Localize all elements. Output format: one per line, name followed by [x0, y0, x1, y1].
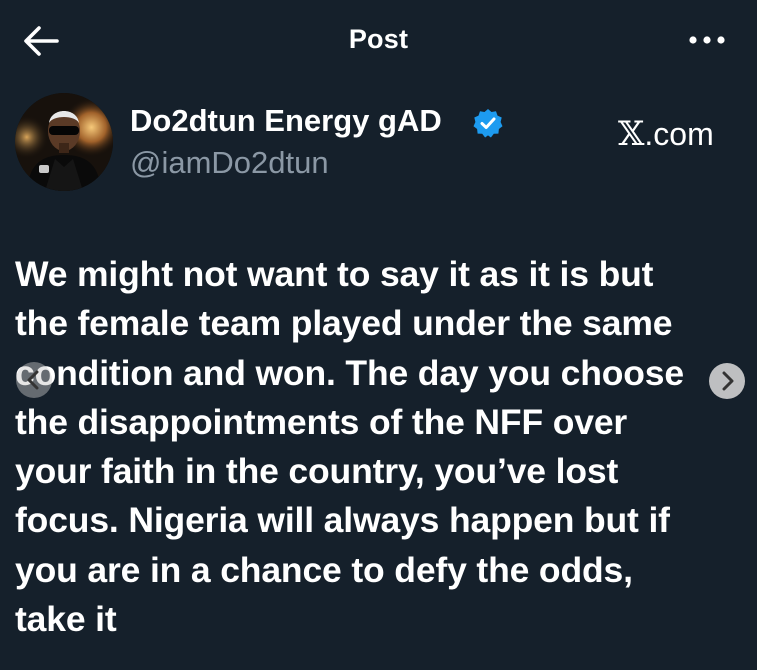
- post-screen: Post Do2dtun Energy gAD @iamDo2dtun 𝕏.co…: [0, 0, 757, 670]
- post-line: you are in a chance to defy the odds,: [15, 549, 633, 590]
- author-handle[interactable]: @iamDo2dtun: [130, 145, 329, 181]
- more-options-button[interactable]: [687, 30, 727, 50]
- post-line: the female team played under the same: [15, 303, 673, 344]
- author-name[interactable]: Do2dtun Energy gAD: [130, 103, 442, 139]
- x-com-watermark: 𝕏.com: [618, 114, 714, 154]
- more-horizontal-icon: [689, 36, 725, 44]
- profile-photo: [15, 93, 113, 191]
- verified-badge-icon: [473, 109, 503, 138]
- page-title: Post: [348, 24, 409, 54]
- top-bar: Post: [0, 0, 757, 82]
- post-body: We might not want to say it as it is but…: [15, 250, 735, 644]
- carousel-prev-button[interactable]: [16, 362, 52, 398]
- chevron-left-icon: [27, 370, 39, 390]
- post-line: We might not want to say it as it is but: [15, 254, 654, 294]
- post-line: take it: [15, 599, 117, 640]
- carousel-next-button[interactable]: [709, 363, 745, 399]
- post-line: your faith in the country, you’ve lost: [15, 451, 619, 492]
- post-line: focus. Nigeria will always happen but if: [15, 500, 670, 541]
- avatar[interactable]: [15, 93, 113, 191]
- post-line: the disappointments of the NFF over: [15, 401, 628, 442]
- chevron-right-icon: [722, 371, 734, 391]
- post-line: condition and won. The day you choose: [15, 352, 684, 393]
- brand-suffix: .com: [644, 116, 714, 152]
- x-logo-icon: 𝕏: [618, 114, 645, 154]
